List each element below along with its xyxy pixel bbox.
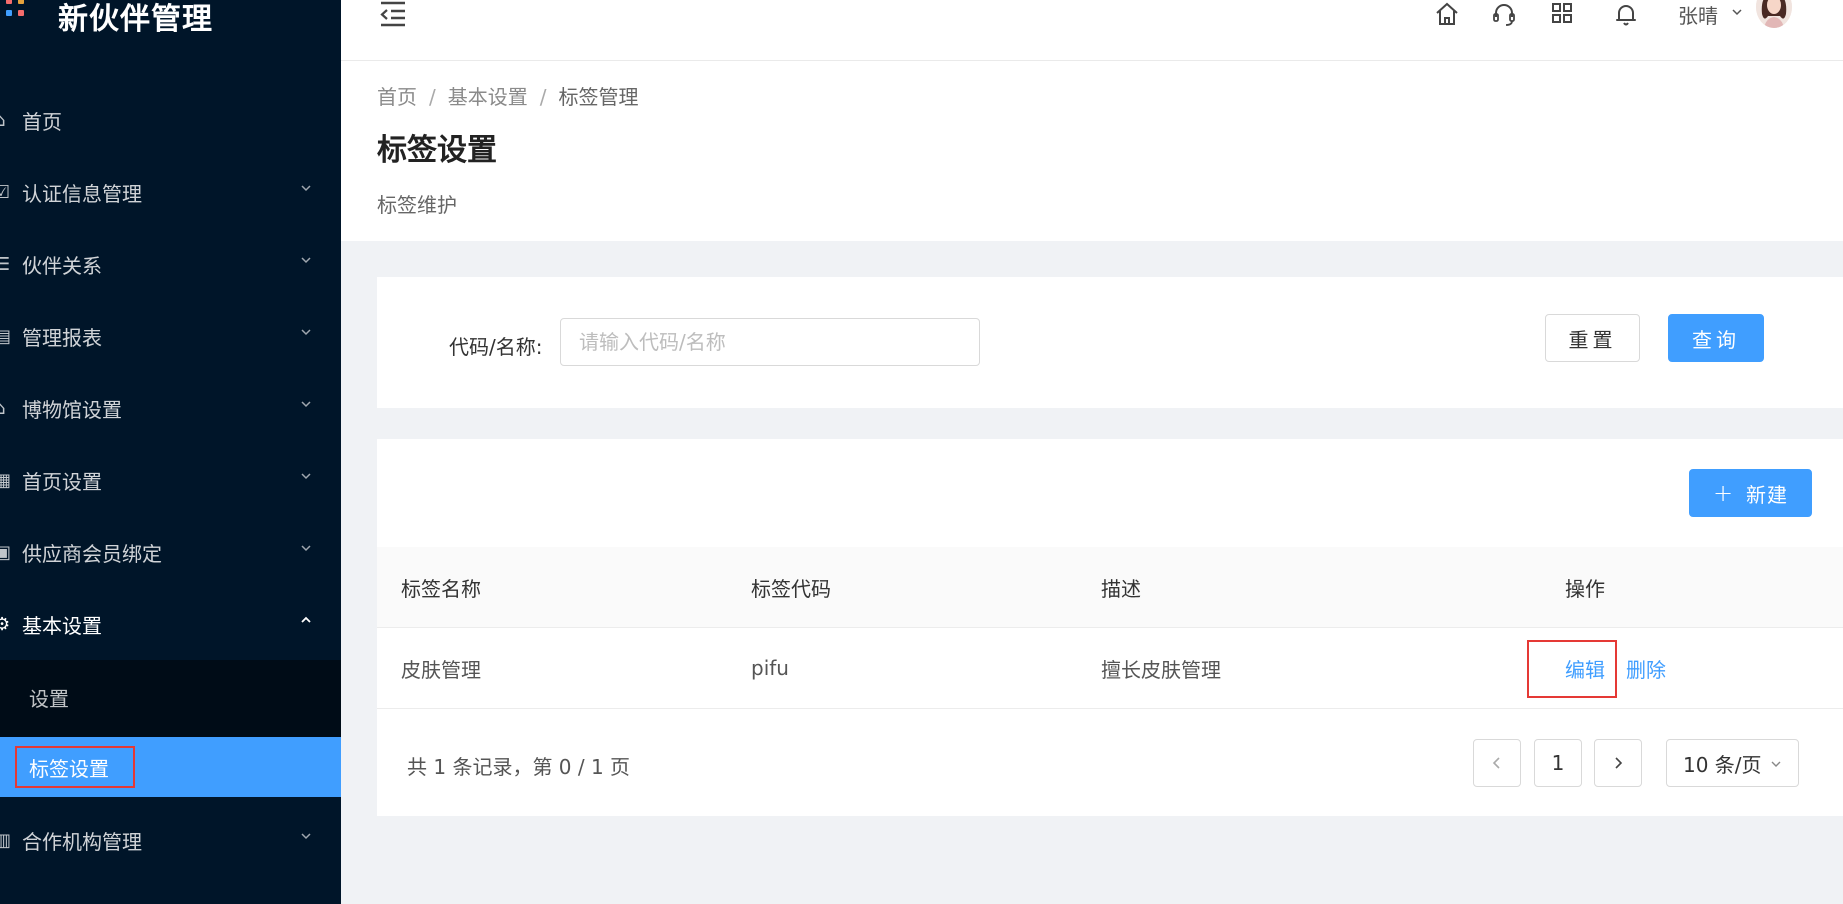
reset-button[interactable]: 重置 xyxy=(1545,314,1640,362)
sidebar-item-label: 首页 xyxy=(22,109,62,134)
chevron-left-icon xyxy=(1492,757,1500,769)
chevron-right-icon xyxy=(1615,757,1623,769)
table-row: 皮肤管理 pifu 擅长皮肤管理 编辑 删除 xyxy=(377,628,1843,709)
home-icon[interactable] xyxy=(1434,0,1460,28)
sidebar-item-label: 伙伴关系 xyxy=(22,253,102,278)
chevron-down-icon xyxy=(301,473,311,480)
search-input[interactable] xyxy=(560,318,980,366)
layout-icon: ▦ xyxy=(0,469,12,491)
chevron-down-icon xyxy=(301,833,311,840)
chevron-down-icon xyxy=(301,329,311,336)
action-divider xyxy=(1615,658,1616,678)
prev-page-button[interactable] xyxy=(1473,739,1521,787)
delete-link[interactable]: 删除 xyxy=(1626,654,1666,683)
breadcrumb-separator: / xyxy=(429,85,436,109)
chevron-down-icon xyxy=(301,545,311,552)
app-title: 新伙伴管理 xyxy=(58,2,213,37)
menu-collapse-icon[interactable] xyxy=(377,0,409,28)
logo: 新伙伴管理 xyxy=(0,0,341,44)
chevron-down-icon[interactable] xyxy=(1731,6,1743,18)
bell-icon[interactable] xyxy=(1613,0,1639,28)
new-button[interactable]: + 新建 xyxy=(1689,469,1812,517)
sidebar: 新伙伴管理 ⌂ 首页 ☑ 认证信息管理 ☰ 伙伴关系 ▤ 管理报表 ⌂ 博物馆设… xyxy=(0,0,341,904)
breadcrumb: 首页 / 基本设置 / 标签管理 xyxy=(377,81,639,110)
edit-link[interactable]: 编辑 xyxy=(1565,654,1605,683)
submenu-item-settings[interactable]: 设置 xyxy=(0,667,341,727)
sidebar-item-home[interactable]: ⌂ 首页 xyxy=(0,90,341,150)
page-title: 标签设置 xyxy=(377,133,497,168)
sidebar-item-partner-orgs[interactable]: ▥ 合作机构管理 xyxy=(0,810,341,870)
sidebar-item-certification[interactable]: ☑ 认证信息管理 xyxy=(0,162,341,222)
sidebar-item-label: 认证信息管理 xyxy=(22,181,142,206)
breadcrumb-item-home[interactable]: 首页 xyxy=(377,85,417,109)
home-icon: ⌂ xyxy=(0,110,20,131)
page-header: 首页 / 基本设置 / 标签管理 标签设置 标签维护 xyxy=(341,61,1843,241)
cell-tag-code: pifu xyxy=(751,656,789,680)
sidebar-item-home-settings[interactable]: ▦ 首页设置 xyxy=(0,450,341,510)
page-number-button[interactable]: 1 xyxy=(1534,739,1582,787)
chevron-up-icon xyxy=(301,616,311,623)
column-header-tag-name: 标签名称 xyxy=(401,576,481,601)
page-size-select[interactable]: 10 条/页 xyxy=(1666,739,1799,787)
new-button-label: 新建 xyxy=(1746,482,1789,507)
link-icon: ▣ xyxy=(0,541,12,563)
plus-icon: + xyxy=(1712,479,1735,507)
museum-icon: ⌂ xyxy=(0,398,20,419)
sidebar-item-label: 管理报表 xyxy=(22,325,102,350)
grid-icon[interactable] xyxy=(1549,0,1575,28)
cell-tag-name: 皮肤管理 xyxy=(401,657,481,682)
sidebar-item-label: 博物馆设置 xyxy=(22,397,122,422)
report-icon: ▤ xyxy=(0,325,12,347)
sidebar-item-partner-relations[interactable]: ☰ 伙伴关系 xyxy=(0,234,341,294)
chevron-down-icon xyxy=(1771,761,1781,767)
cell-actions: 编辑 删除 xyxy=(1565,628,1666,708)
sidebar-item-supplier-binding[interactable]: ▣ 供应商会员绑定 xyxy=(0,522,341,582)
breadcrumb-item-basic-settings[interactable]: 基本设置 xyxy=(448,85,528,109)
chevron-down-icon xyxy=(301,257,311,264)
sidebar-item-museum[interactable]: ⌂ 博物馆设置 xyxy=(0,378,341,438)
logo-grid-icon xyxy=(0,0,34,28)
column-header-actions: 操作 xyxy=(1565,576,1605,601)
sidebar-item-label: 首页设置 xyxy=(22,469,102,494)
avatar[interactable] xyxy=(1756,0,1792,28)
sidebar-item-label: 基本设置 xyxy=(22,613,102,638)
pagination-summary: 共 1 条记录，第 0 / 1 页 xyxy=(407,755,631,779)
submenu-item-label: 标签设置 xyxy=(29,756,109,781)
column-header-description: 描述 xyxy=(1101,576,1141,601)
submenu-item-label: 设置 xyxy=(29,686,69,711)
gear-icon: ⚙ xyxy=(0,613,11,635)
submenu-item-tag-settings[interactable]: 标签设置 xyxy=(0,737,341,797)
sidebar-item-basic-settings[interactable]: ⚙ 基本设置 xyxy=(0,594,341,654)
list-icon: ☰ xyxy=(0,253,11,275)
query-button[interactable]: 查询 xyxy=(1668,314,1764,362)
table-panel: + 新建 标签名称 标签代码 描述 操作 皮肤管理 pifu 擅长皮肤管理 编辑… xyxy=(377,439,1843,816)
sidebar-item-reports[interactable]: ▤ 管理报表 xyxy=(0,306,341,366)
chevron-down-icon xyxy=(301,185,311,192)
page-description: 标签维护 xyxy=(377,193,457,217)
next-page-button[interactable] xyxy=(1594,739,1642,787)
sidebar-item-label: 合作机构管理 xyxy=(22,829,142,854)
column-header-tag-code: 标签代码 xyxy=(751,576,831,601)
cell-description: 擅长皮肤管理 xyxy=(1101,657,1221,682)
certificate-icon: ☑ xyxy=(0,181,11,203)
search-label: 代码/名称: xyxy=(449,335,543,359)
table-header: 标签名称 标签代码 描述 操作 xyxy=(377,547,1843,628)
username[interactable]: 张晴 xyxy=(1678,0,1718,29)
breadcrumb-item-current: 标签管理 xyxy=(558,85,639,109)
search-panel: 代码/名称: 重置 查询 xyxy=(377,277,1843,408)
breadcrumb-separator: / xyxy=(539,85,547,109)
page-size-value: 10 条/页 xyxy=(1683,752,1762,777)
sidebar-item-label: 供应商会员绑定 xyxy=(22,541,162,566)
chevron-down-icon xyxy=(301,401,311,408)
top-header: 张晴 xyxy=(341,0,1843,61)
building-icon: ▥ xyxy=(0,829,12,851)
headset-icon[interactable] xyxy=(1491,0,1517,28)
